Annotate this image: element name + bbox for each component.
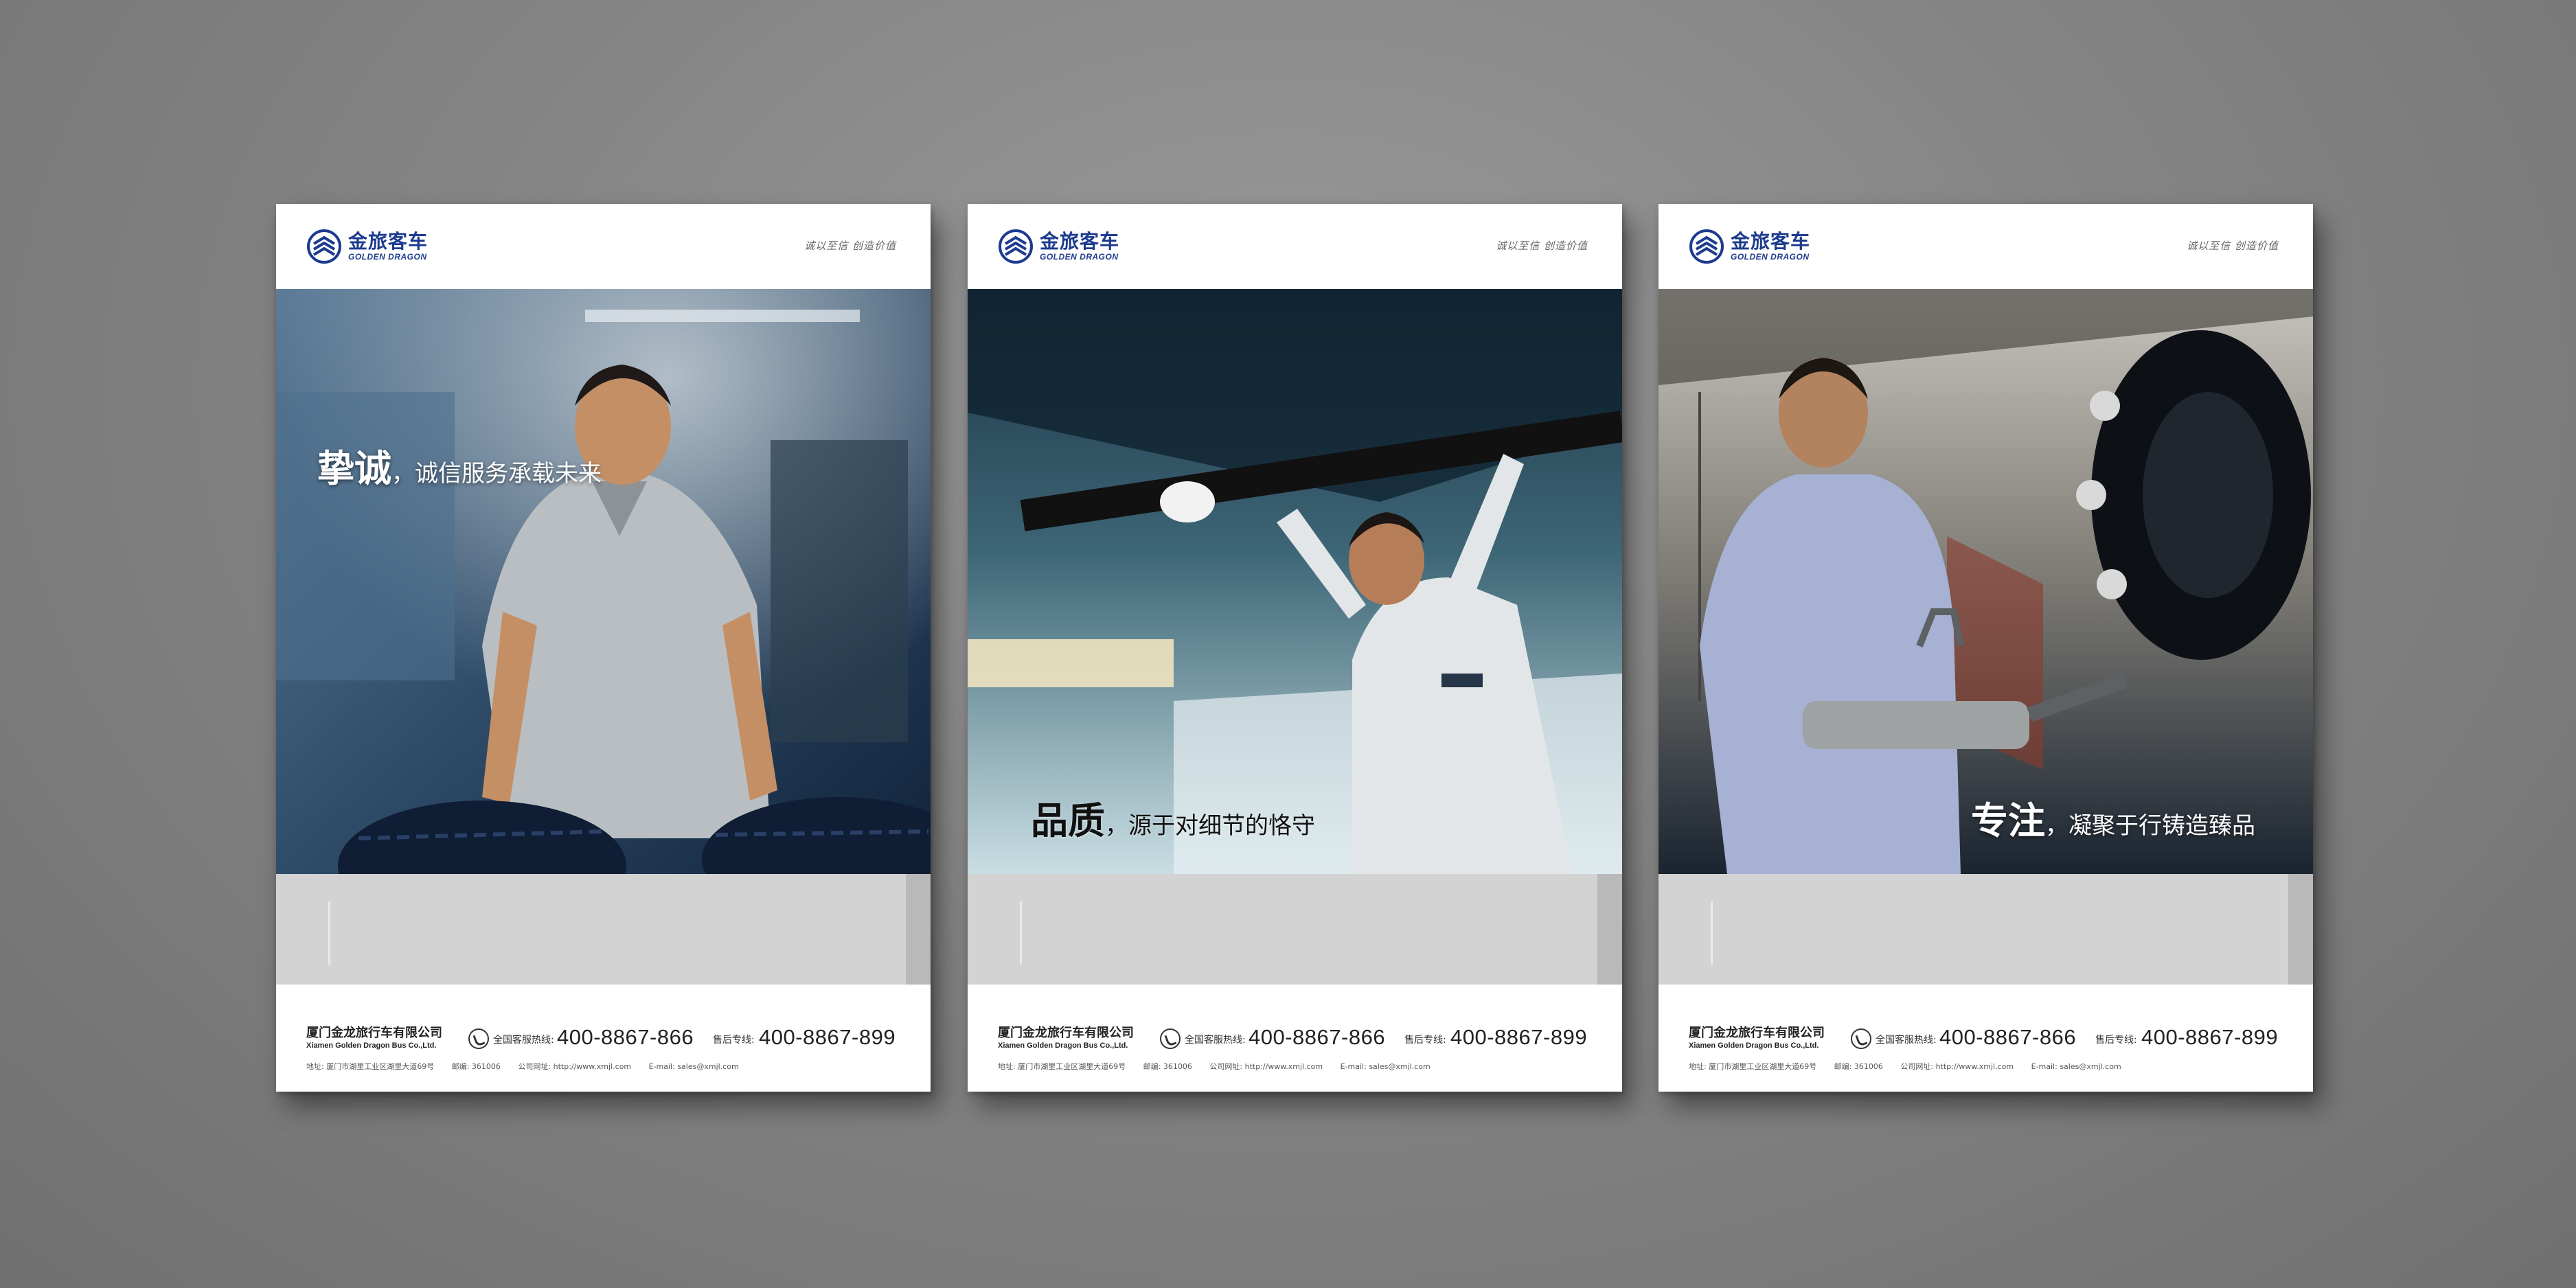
company-block: 厦门金龙旅行车有限公司 Xiamen Golden Dragon Bus Co.… — [1689, 1026, 1825, 1050]
poster-photo: 品质，源于对细节的恪守 — [968, 289, 1622, 874]
address: 地址: 厦门市湖里工业区湖里大道69号 — [1689, 1062, 1817, 1071]
company-name-en: Xiamen Golden Dragon Bus Co.,Ltd. — [1689, 1042, 1819, 1050]
poster-header: 金旅客车 GOLDEN DRAGON 诚以至信 创造价值 — [1659, 204, 2313, 289]
headline-keyword: 挚诚 — [317, 446, 391, 490]
poster-footer: 厦门金龙旅行车有限公司 Xiamen Golden Dragon Bus Co.… — [968, 985, 1622, 1092]
brand-name-cn: 金旅客车 — [1040, 230, 1120, 253]
slogan: 诚以至信 创造价值 — [804, 240, 896, 252]
after-sales-label: 售后专线: — [1404, 1035, 1446, 1046]
hotline-label: 全国客服热线: — [1185, 1035, 1246, 1046]
poster-headline: 专注，凝聚于行铸造臻品 — [1971, 790, 2255, 844]
worker-with-tires-image — [276, 289, 931, 874]
band-edge — [1597, 874, 1622, 985]
slogan: 诚以至信 创造价值 — [2187, 240, 2279, 252]
after-sales-number: 400-8867-899 — [1450, 1025, 1588, 1049]
website-link: 公司网址: http://www.xmjl.com — [518, 1062, 632, 1071]
after-sales-label: 售后专线: — [2095, 1035, 2137, 1046]
technician-under-bus-image — [968, 289, 1622, 874]
band-divider — [1020, 901, 1022, 965]
company-name-cn: 厦门金龙旅行车有限公司 — [998, 1026, 1134, 1040]
hotline-label: 全国客服热线: — [493, 1035, 554, 1046]
intro-band — [1659, 874, 2313, 985]
postcode: 邮编: 361006 — [451, 1062, 501, 1071]
phone-icon — [468, 1028, 489, 1049]
poster-header: 金旅客车 GOLDEN DRAGON 诚以至信 创造价值 — [276, 204, 931, 289]
postcode: 邮编: 361006 — [1834, 1062, 1883, 1071]
headline-rest: ，源于对细节的恪守 — [1105, 812, 1315, 840]
company-block: 厦门金龙旅行车有限公司 Xiamen Golden Dragon Bus Co.… — [998, 1026, 1134, 1050]
headline-keyword: 品质 — [1031, 798, 1105, 842]
poster-headline: 品质，源于对细节的恪守 — [1031, 790, 1315, 844]
website-link: 公司网址: http://www.xmjl.com — [1900, 1062, 2014, 1071]
contact-line: 地址: 厦门市湖里工业区湖里大道69号 邮编: 361006 公司网址: htt… — [1689, 1061, 2136, 1072]
poster-footer: 厦门金龙旅行车有限公司 Xiamen Golden Dragon Bus Co.… — [276, 985, 931, 1092]
company-name-en: Xiamen Golden Dragon Bus Co.,Ltd. — [306, 1042, 437, 1050]
poster-headline: 挚诚，诚信服务承载未来 — [317, 438, 602, 492]
band-divider — [1711, 901, 1713, 965]
address: 地址: 厦门市湖里工业区湖里大道69号 — [998, 1062, 1126, 1071]
hotline-label: 全国客服热线: — [1876, 1035, 1937, 1046]
after-sales-number: 400-8867-899 — [2141, 1025, 2279, 1049]
poster-integrity: 金旅客车 GOLDEN DRAGON 诚以至信 创造价值 挚诚，诚信服务承载未来… — [276, 204, 931, 1092]
company-name-cn: 厦门金龙旅行车有限公司 — [1689, 1026, 1825, 1040]
brand-name-en: GOLDEN DRAGON — [348, 252, 427, 262]
phone-icon — [1851, 1028, 1871, 1049]
hotline-number: 400-8867-866 — [1249, 1025, 1386, 1049]
after-sales-number: 400-8867-899 — [759, 1025, 896, 1049]
intro-band — [968, 874, 1622, 985]
poster-header: 金旅客车 GOLDEN DRAGON 诚以至信 创造价值 — [968, 204, 1622, 289]
hotline-number: 400-8867-866 — [557, 1025, 694, 1049]
hotline-number: 400-8867-866 — [1939, 1025, 2077, 1049]
headline-keyword: 专注 — [1971, 798, 2045, 842]
band-edge — [2288, 874, 2313, 985]
poster-photo: 挚诚，诚信服务承载未来 — [276, 289, 931, 874]
golden-dragon-logo-icon — [1689, 229, 1724, 264]
poster-photo: 专注，凝聚于行铸造臻品 — [1659, 289, 2313, 874]
company-block: 厦门金龙旅行车有限公司 Xiamen Golden Dragon Bus Co.… — [306, 1026, 442, 1050]
address: 地址: 厦门市湖里工业区湖里大道69号 — [306, 1062, 435, 1071]
after-sales-label: 售后专线: — [713, 1035, 755, 1046]
postcode: 邮编: 361006 — [1143, 1062, 1192, 1071]
company-name-cn: 厦门金龙旅行车有限公司 — [306, 1026, 442, 1040]
contact-line: 地址: 厦门市湖里工业区湖里大道69号 邮编: 361006 公司网址: htt… — [306, 1061, 754, 1072]
phone-icon — [1160, 1028, 1181, 1049]
email-link: E-mail: sales@xmjl.com — [1340, 1062, 1431, 1071]
brand-name-cn: 金旅客车 — [348, 230, 429, 253]
headline-rest: ，凝聚于行铸造臻品 — [2045, 812, 2255, 840]
band-divider — [328, 901, 330, 965]
worker-with-impact-wrench-image — [1659, 289, 2313, 874]
email-link: E-mail: sales@xmjl.com — [648, 1062, 739, 1071]
brand: 金旅客车 GOLDEN DRAGON — [1689, 229, 1810, 264]
brand-name-en: GOLDEN DRAGON — [1731, 252, 1810, 262]
golden-dragon-logo-icon — [307, 229, 341, 264]
slogan: 诚以至信 创造价值 — [1496, 240, 1588, 252]
brand-name-cn: 金旅客车 — [1731, 230, 1811, 253]
brand-name-en: GOLDEN DRAGON — [1040, 252, 1119, 262]
poster-footer: 厦门金龙旅行车有限公司 Xiamen Golden Dragon Bus Co.… — [1659, 985, 2313, 1092]
intro-band — [276, 874, 931, 985]
golden-dragon-logo-icon — [999, 229, 1033, 264]
poster-quality: 金旅客车 GOLDEN DRAGON 诚以至信 创造价值 品质，源于对细节的恪守… — [968, 204, 1622, 1092]
brand: 金旅客车 GOLDEN DRAGON — [998, 229, 1119, 264]
website-link: 公司网址: http://www.xmjl.com — [1209, 1062, 1323, 1071]
email-link: E-mail: sales@xmjl.com — [2031, 1062, 2121, 1071]
band-edge — [906, 874, 931, 985]
company-name-en: Xiamen Golden Dragon Bus Co.,Ltd. — [998, 1042, 1128, 1050]
headline-rest: ，诚信服务承载未来 — [391, 460, 602, 487]
poster-focus: 金旅客车 GOLDEN DRAGON 诚以至信 创造价值 专注，凝聚于行铸造臻品… — [1659, 204, 2313, 1092]
brand: 金旅客车 GOLDEN DRAGON — [306, 229, 428, 264]
contact-line: 地址: 厦门市湖里工业区湖里大道69号 邮编: 361006 公司网址: htt… — [998, 1061, 1446, 1072]
